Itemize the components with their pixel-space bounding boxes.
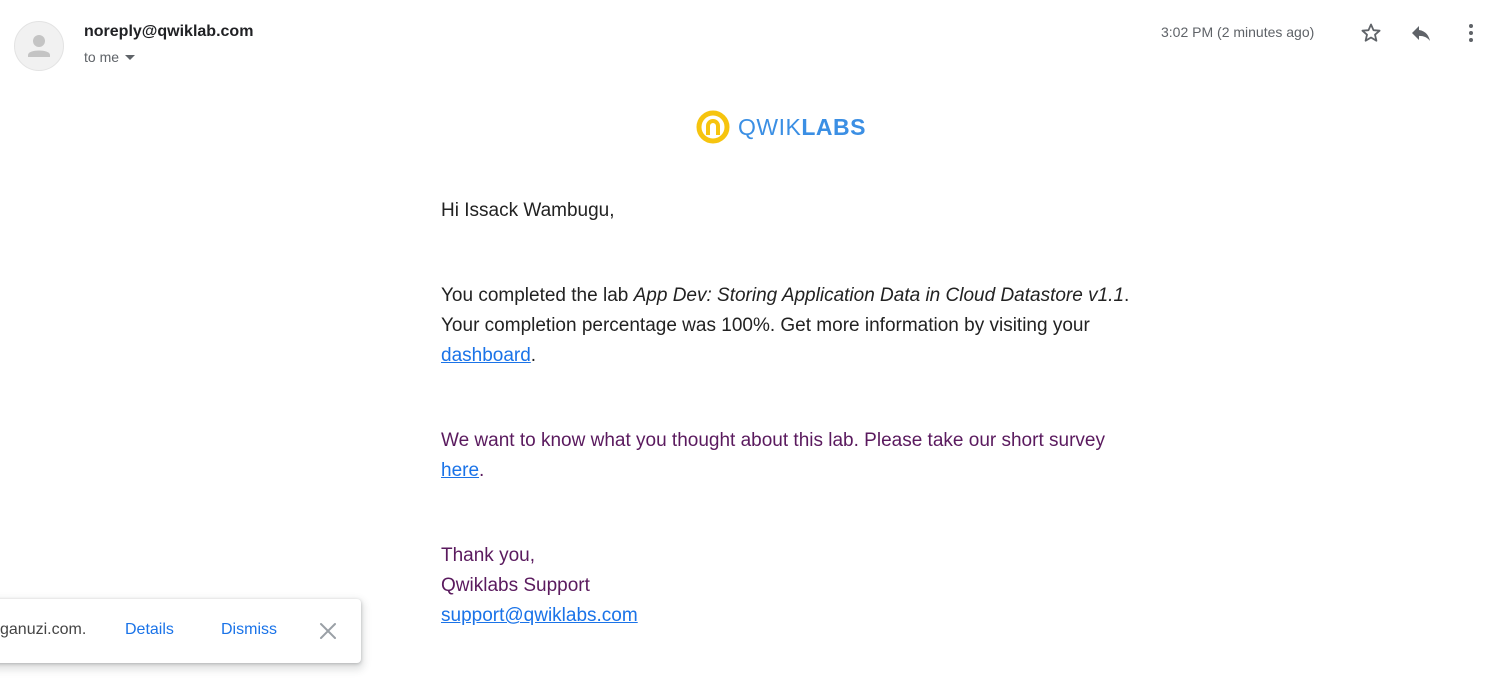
- sender-avatar[interactable]: [14, 21, 64, 71]
- qwiklabs-logo: QWIKLABS: [696, 110, 866, 144]
- close-icon: [320, 623, 336, 639]
- completion-prefix: You completed the lab: [441, 285, 634, 306]
- recipient-details-toggle[interactable]: to me: [84, 49, 136, 65]
- signoff-thanks: Thank you,: [441, 545, 535, 566]
- survey-suffix: .: [479, 460, 485, 481]
- survey-paragraph: We want to know what you thought about t…: [441, 426, 1141, 486]
- greeting: Hi Issack Wambugu,: [441, 200, 615, 221]
- recipient-label: to me: [84, 49, 120, 65]
- logo-text-light: QWIK: [738, 113, 802, 140]
- completion-suffix: .: [530, 345, 537, 366]
- notification-snackbar: ganuzi.com. Details Dismiss: [0, 599, 361, 663]
- email-view: noreply@qwiklab.com to me 3:02 PM (2 min…: [0, 0, 1496, 692]
- more-vert-icon: [1469, 24, 1473, 42]
- completion-paragraph: You completed the lab App Dev: Storing A…: [441, 281, 1141, 371]
- star-icon: [1361, 23, 1381, 42]
- survey-link[interactable]: here: [441, 460, 479, 481]
- logo-text-bold: LABS: [801, 113, 866, 140]
- sender-address: noreply@qwiklab.com: [84, 23, 254, 40]
- close-button[interactable]: [318, 621, 338, 641]
- reply-button[interactable]: [1408, 20, 1434, 46]
- snackbar-message: ganuzi.com.: [0, 621, 87, 638]
- person-icon: [28, 35, 50, 57]
- chevron-down-icon: [125, 54, 136, 60]
- more-options-button[interactable]: [1458, 20, 1484, 46]
- email-timestamp: 3:02 PM (2 minutes ago): [1161, 24, 1315, 40]
- qwiklabs-logo-icon: [696, 110, 730, 144]
- logo-wordmark: QWIKLABS: [738, 114, 866, 141]
- signoff-team: Qwiklabs Support: [441, 575, 590, 596]
- details-button[interactable]: Details: [125, 621, 174, 639]
- dismiss-button[interactable]: Dismiss: [221, 621, 277, 639]
- support-email-link[interactable]: support@qwiklabs.com: [441, 605, 638, 626]
- reply-icon: [1412, 26, 1430, 41]
- lab-name: App Dev: Storing Application Data in Clo…: [633, 285, 1125, 306]
- star-button[interactable]: [1358, 20, 1384, 46]
- signoff-email-row: support@qwiklabs.com: [441, 601, 1141, 631]
- survey-text: We want to know what you thought about t…: [441, 430, 1105, 451]
- dashboard-link[interactable]: dashboard: [441, 345, 531, 366]
